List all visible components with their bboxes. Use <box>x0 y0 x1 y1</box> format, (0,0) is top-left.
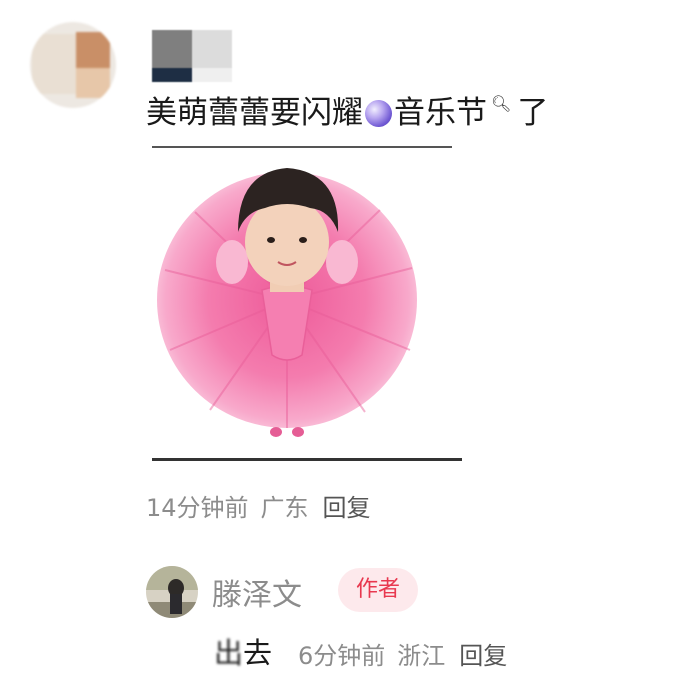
reply-location: 浙江 <box>397 642 446 670</box>
sticker-image[interactable] <box>150 150 450 455</box>
reply-text: 出去 <box>214 630 272 672</box>
author-badge: 作者 <box>338 568 418 612</box>
author-avatar[interactable] <box>146 566 198 618</box>
author-username[interactable]: 滕泽文 <box>212 570 302 614</box>
globe-icon <box>365 100 392 127</box>
reply-meta: 6分钟前 浙江 回复 <box>298 636 507 671</box>
reply-text-visible: 去 <box>243 636 273 670</box>
reply-time: 6分钟前 <box>298 642 386 670</box>
commenter-username-censored[interactable] <box>152 30 234 86</box>
comment-text: 美萌蕾蕾要闪耀 音乐节 🔍︎ 了 <box>146 84 548 133</box>
comment-location: 广东 <box>260 494 309 522</box>
sticker-divider-bottom <box>152 458 462 461</box>
reply-text-censored-char: 出 <box>214 636 244 670</box>
comment-text-part2: 音乐节 <box>394 95 487 131</box>
commenter-avatar[interactable] <box>30 22 116 108</box>
comment-reply-button[interactable]: 回复 <box>323 494 371 522</box>
sticker-divider-top <box>152 146 452 148</box>
comment-text-part3: 了 <box>517 95 549 131</box>
reply-reply-button[interactable]: 回复 <box>459 642 507 670</box>
comment-meta: 14分钟前 广东 回复 <box>146 488 371 523</box>
comment-time: 14分钟前 <box>146 494 249 522</box>
comment-text-part1: 美萌蕾蕾要闪耀 <box>146 95 363 131</box>
search-icon[interactable]: 🔍︎ <box>491 84 511 124</box>
